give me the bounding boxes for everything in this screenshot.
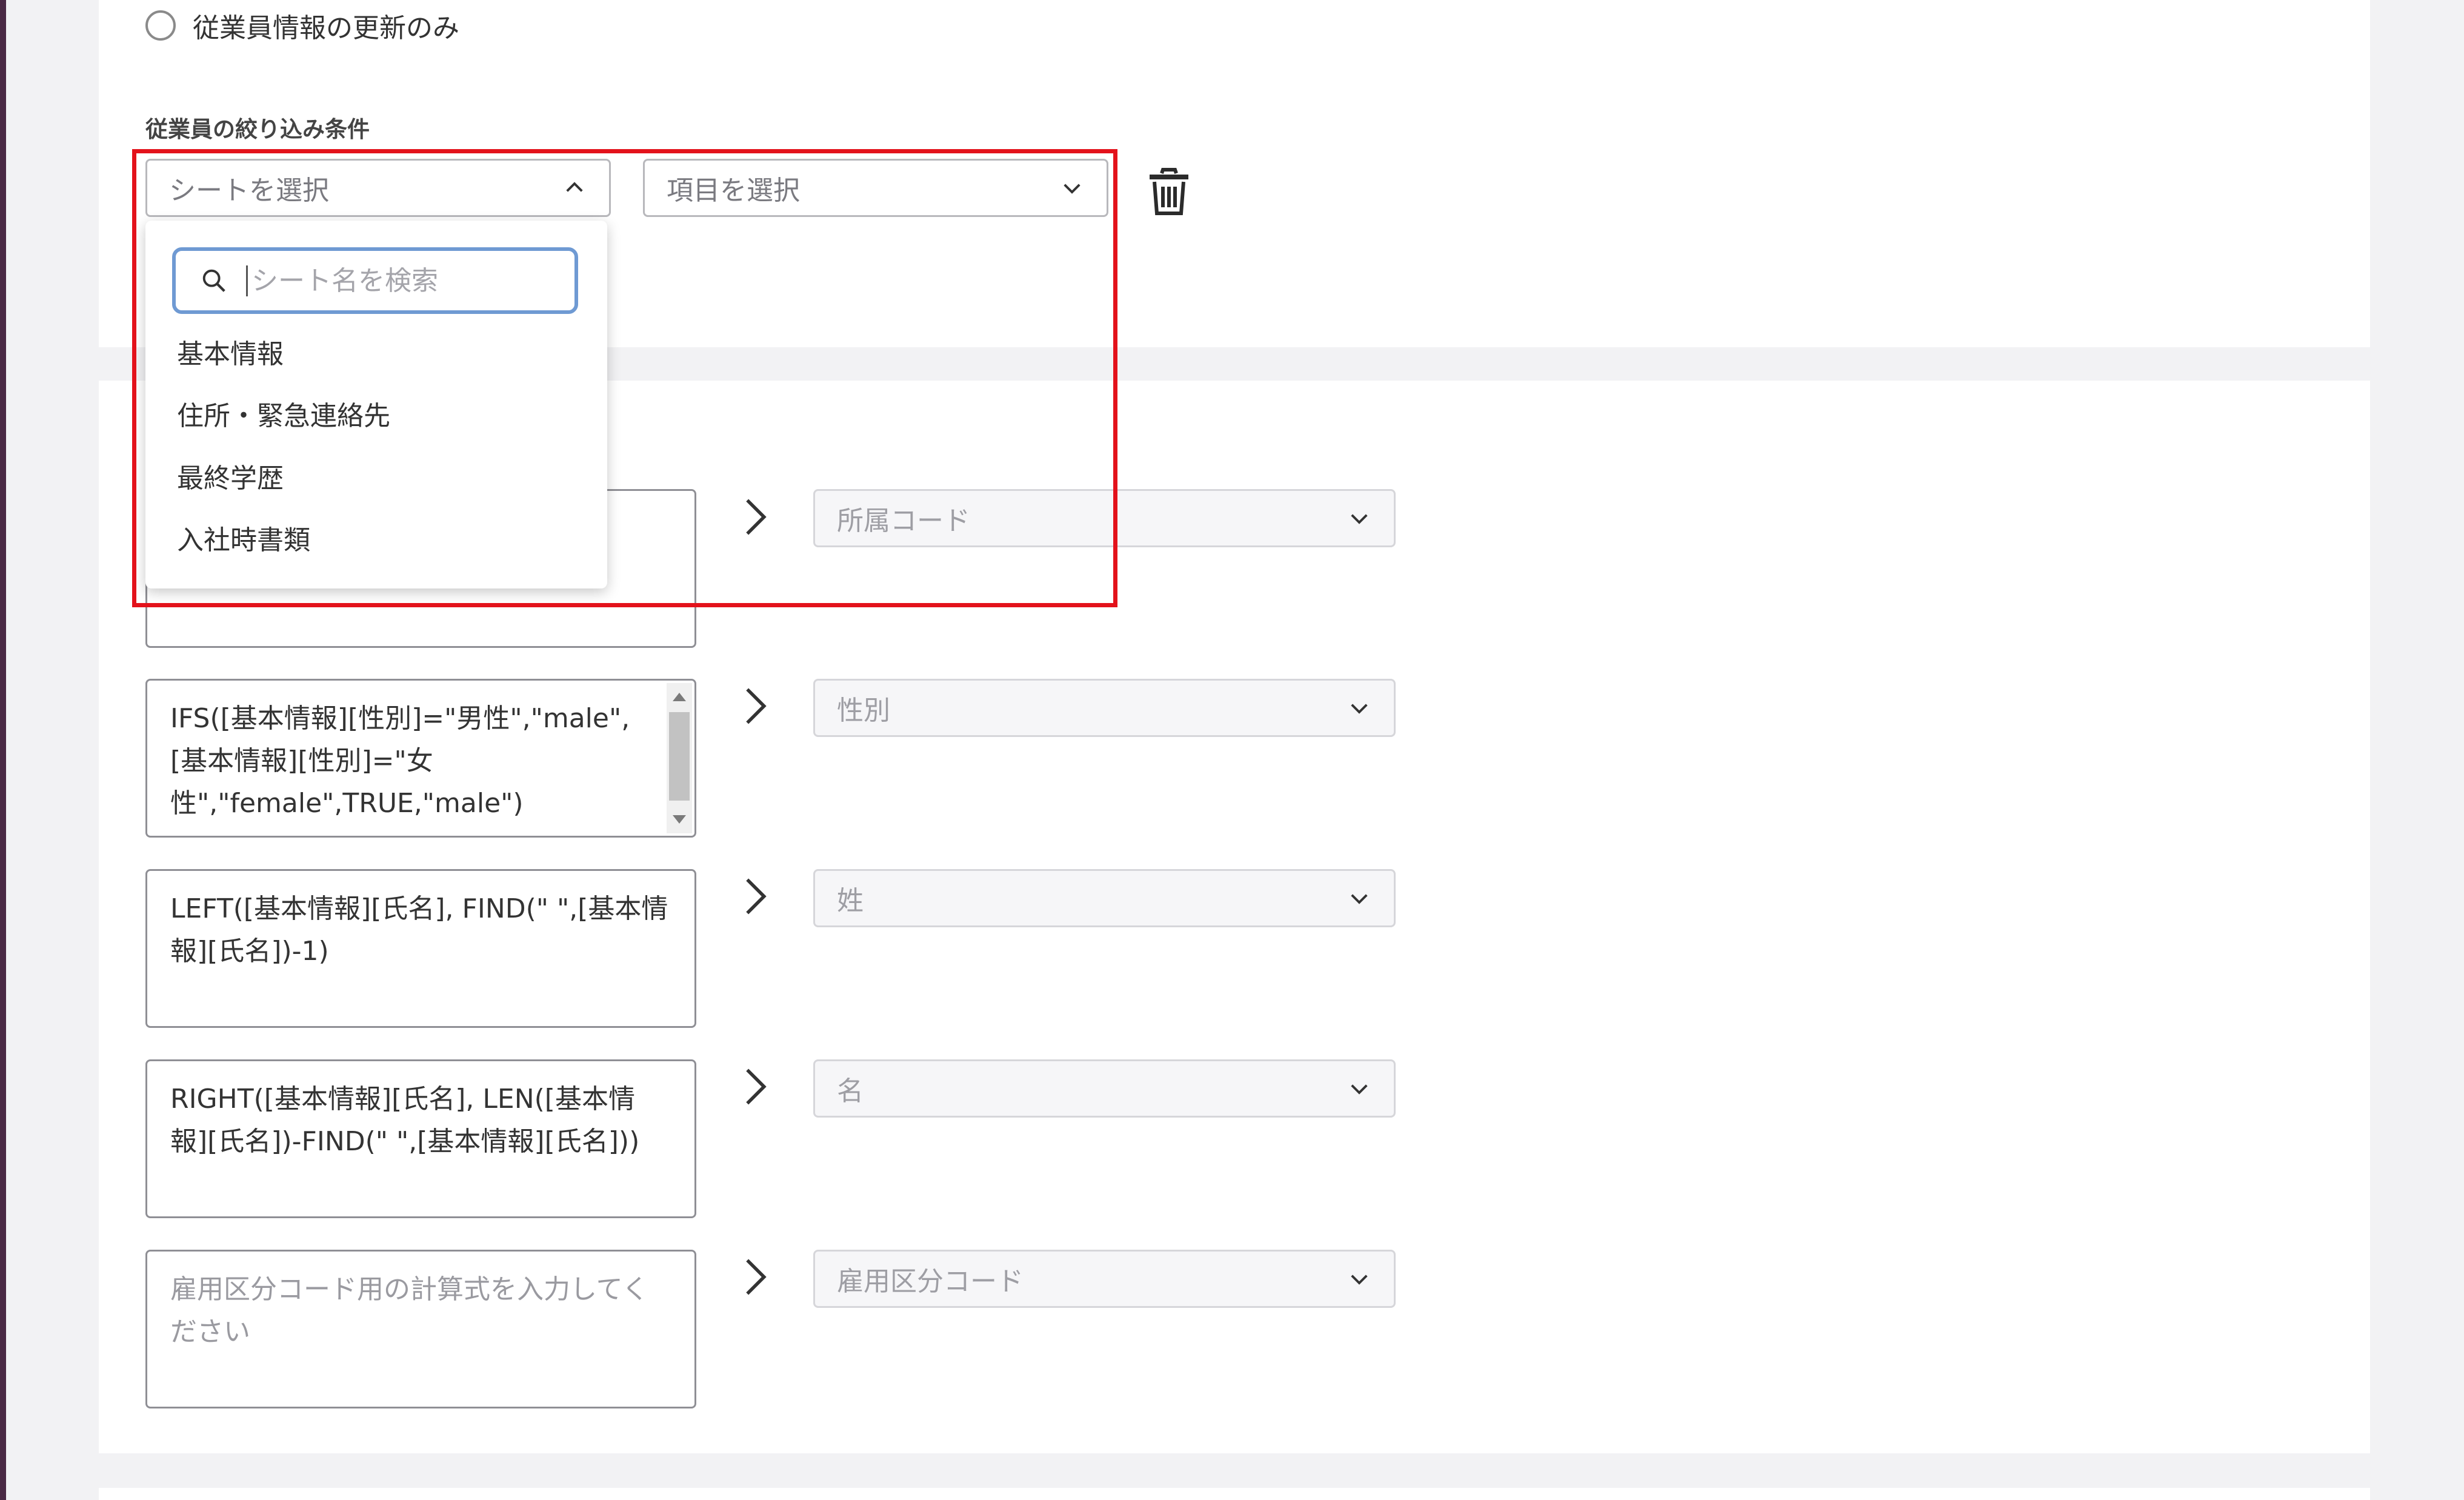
update-only-option[interactable]: 従業員情報の更新のみ	[145, 6, 459, 45]
formula-text-2: IFS([基本情報][性別]="男性","male",[基本情報][性別]="女…	[170, 703, 630, 819]
sheet-search-box[interactable]	[172, 247, 578, 314]
formula-input-4[interactable]: RIGHT([基本情報][氏名], LEN([基本情報][氏名])-FIND("…	[145, 1059, 696, 1218]
chevron-right-icon	[746, 688, 767, 724]
chevron-right-icon	[746, 1259, 767, 1295]
chevron-down-icon	[1351, 1084, 1368, 1095]
scroll-thumb[interactable]	[669, 712, 690, 801]
scroll-down-arrow-icon[interactable]	[673, 815, 686, 824]
dropdown-item-education[interactable]: 最終学歴	[177, 456, 284, 495]
target-field-select-1[interactable]: 所属コード	[813, 489, 1396, 547]
formula-scrollbar[interactable]	[667, 683, 692, 833]
chevron-right-icon	[746, 878, 767, 915]
formula-input-5[interactable]: 雇用区分コード用の計算式を入力してください	[145, 1250, 696, 1408]
chevron-down-icon	[1351, 1275, 1368, 1285]
chevron-down-icon	[1351, 894, 1368, 904]
scroll-up-arrow-icon[interactable]	[673, 693, 686, 701]
settings-card-next	[99, 1488, 2370, 1500]
dropdown-item-basic-info[interactable]: 基本情報	[177, 332, 284, 371]
update-only-label: 従業員情報の更新のみ	[193, 13, 459, 44]
dropdown-item-onboarding-docs[interactable]: 入社時書類	[177, 518, 310, 557]
chevron-down-icon	[1351, 514, 1368, 524]
search-icon	[202, 269, 225, 292]
formula-input-2[interactable]: IFS([基本情報][性別]="男性","male",[基本情報][性別]="女…	[145, 679, 696, 838]
chevron-right-icon	[746, 1068, 767, 1105]
target-field-label-1: 所属コード	[837, 505, 970, 536]
field-select-placeholder: 項目を選択	[667, 175, 800, 206]
dropdown-item-address-contact[interactable]: 住所・緊急連絡先	[177, 394, 390, 433]
target-field-label-5: 雇用区分コード	[837, 1266, 1024, 1297]
target-field-label-4: 名	[837, 1076, 864, 1107]
update-only-radio[interactable]	[145, 10, 176, 41]
sheet-select-placeholder: シートを選択	[169, 175, 329, 206]
target-field-select-5[interactable]: 雇用区分コード	[813, 1250, 1396, 1308]
chevron-right-icon	[746, 499, 767, 535]
formula-input-3[interactable]: LEFT([基本情報][氏名], FIND(" ",[基本情報][氏名])-1)	[145, 869, 696, 1028]
trash-icon[interactable]	[1147, 167, 1191, 216]
chevron-down-icon	[1351, 704, 1368, 714]
field-select[interactable]: 項目を選択	[643, 159, 1108, 217]
target-field-label-3: 姓	[837, 885, 864, 916]
filter-section-title: 従業員の絞り込み条件	[145, 116, 370, 142]
target-field-select-2[interactable]: 性別	[813, 679, 1396, 737]
chevron-up-icon	[566, 182, 583, 192]
sheet-dropdown-menu: 基本情報 住所・緊急連絡先 最終学歴 入社時書類	[145, 221, 607, 588]
target-field-select-4[interactable]: 名	[813, 1059, 1396, 1118]
window-left-edge	[0, 0, 6, 1500]
sheet-select[interactable]: シートを選択	[145, 159, 611, 217]
chevron-down-icon	[1064, 184, 1080, 194]
target-field-label-2: 性別	[837, 695, 890, 726]
target-field-select-3[interactable]: 姓	[813, 869, 1396, 927]
sheet-search-input[interactable]	[246, 265, 537, 296]
